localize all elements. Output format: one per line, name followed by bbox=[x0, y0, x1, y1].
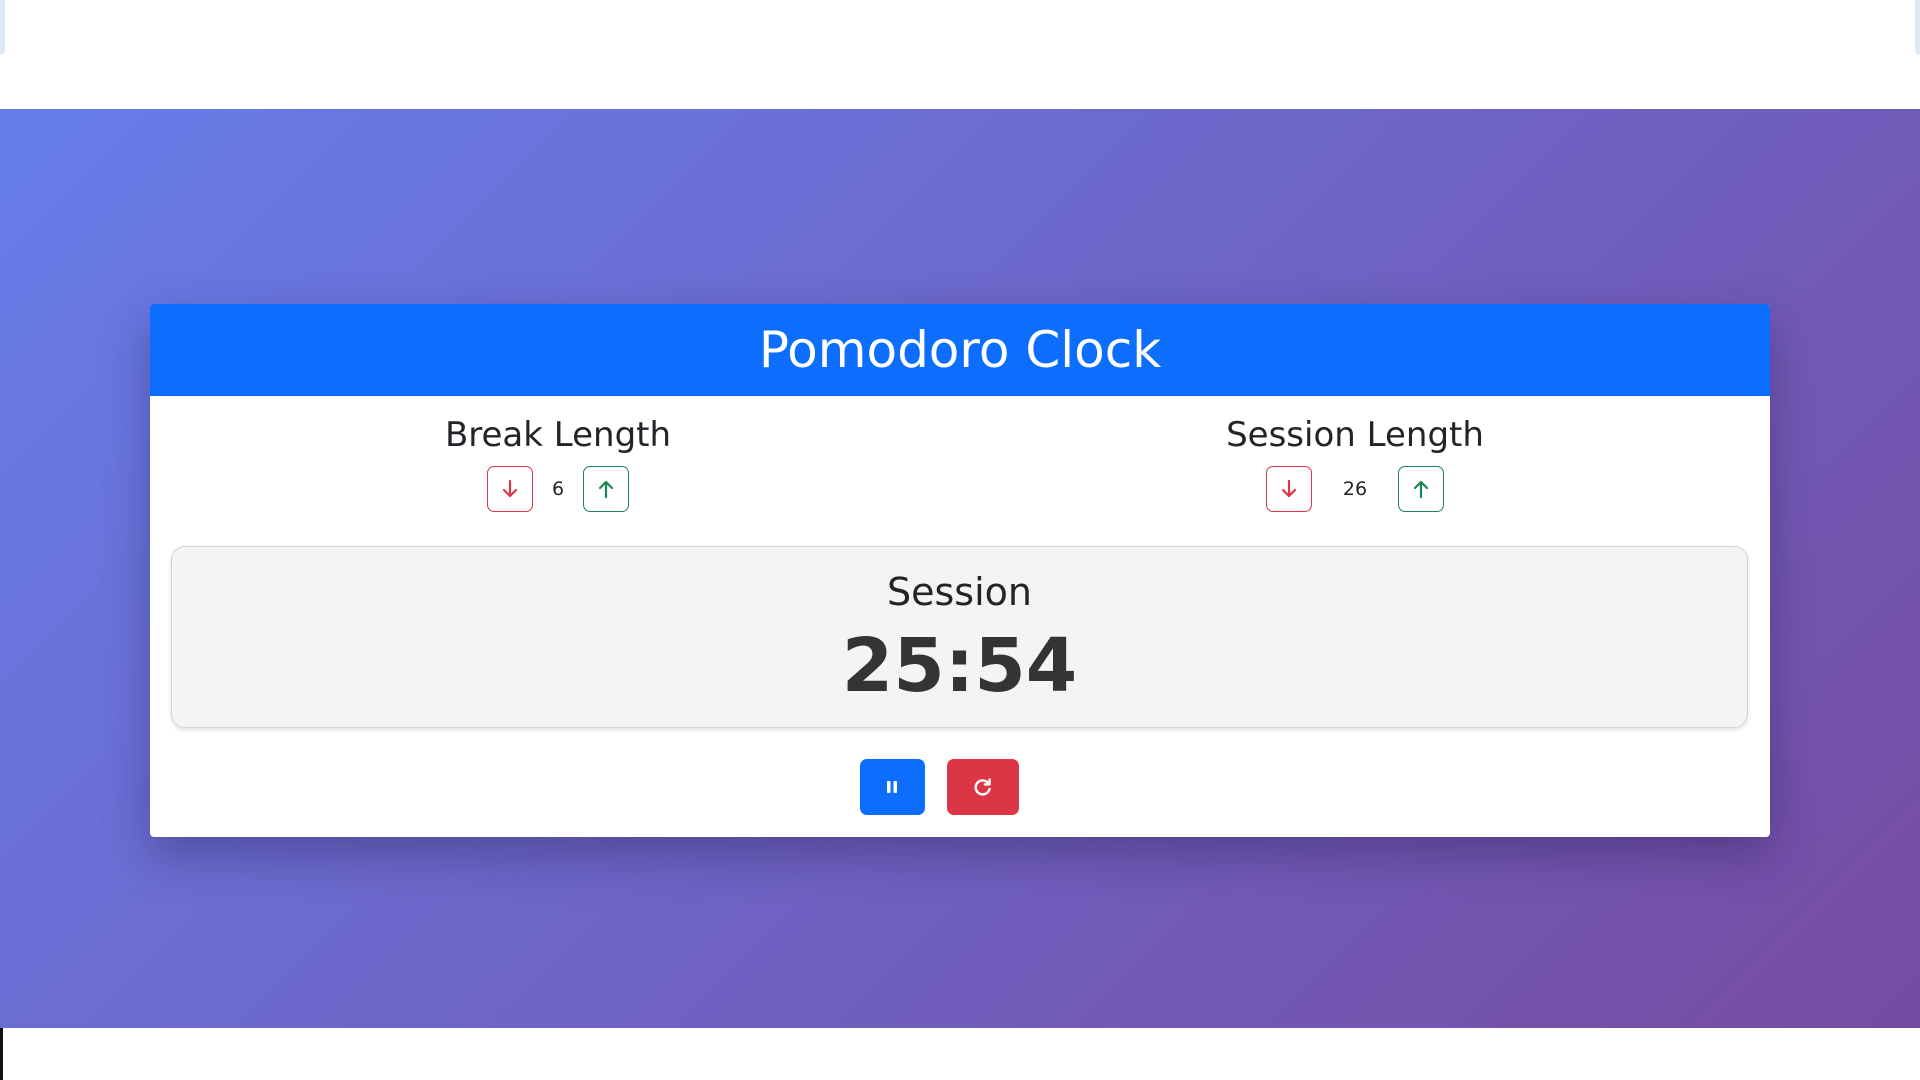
window-edge-left bbox=[0, 0, 5, 55]
timer-actions bbox=[150, 759, 1770, 815]
timer-label: Session bbox=[887, 570, 1032, 614]
session-decrement-button[interactable] bbox=[1266, 466, 1312, 512]
window-edge-right bbox=[1915, 0, 1920, 55]
refresh-icon bbox=[974, 778, 991, 796]
break-length-control: Break Length 6 bbox=[308, 414, 808, 512]
session-increment-button[interactable] bbox=[1398, 466, 1444, 512]
session-stepper: 26 bbox=[855, 466, 1770, 512]
page-title: Pomodoro Clock bbox=[758, 321, 1162, 379]
session-length-label: Session Length bbox=[1226, 415, 1484, 455]
session-length-value: 26 bbox=[1342, 478, 1368, 500]
browser-top-area bbox=[0, 0, 1920, 109]
break-length-label: Break Length bbox=[444, 415, 672, 455]
break-increment-button[interactable] bbox=[583, 466, 629, 512]
timer-display: Session 25:54 bbox=[171, 546, 1748, 728]
break-stepper: 6 bbox=[308, 466, 808, 512]
break-length-value: 6 bbox=[551, 478, 565, 500]
pause-button[interactable] bbox=[859, 759, 925, 815]
reset-button[interactable] bbox=[946, 759, 1019, 815]
arrow-up-icon bbox=[1413, 480, 1429, 499]
arrow-down-icon bbox=[1281, 479, 1297, 498]
arrow-up-icon bbox=[598, 480, 614, 499]
break-decrement-button[interactable] bbox=[487, 466, 533, 512]
length-controls: Break Length 6 Session Length 26 bbox=[150, 396, 1770, 541]
window-edge-bottom-left bbox=[0, 1028, 3, 1080]
pomodoro-card: Pomodoro Clock Break Length 6 Session Le… bbox=[150, 304, 1770, 837]
arrow-down-icon bbox=[502, 479, 518, 498]
pause-icon bbox=[887, 781, 897, 793]
session-length-control: Session Length 26 bbox=[855, 414, 1770, 512]
timer-time: 25:54 bbox=[841, 623, 1078, 709]
card-header: Pomodoro Clock bbox=[150, 304, 1770, 396]
browser-bottom-area bbox=[0, 1028, 1920, 1080]
